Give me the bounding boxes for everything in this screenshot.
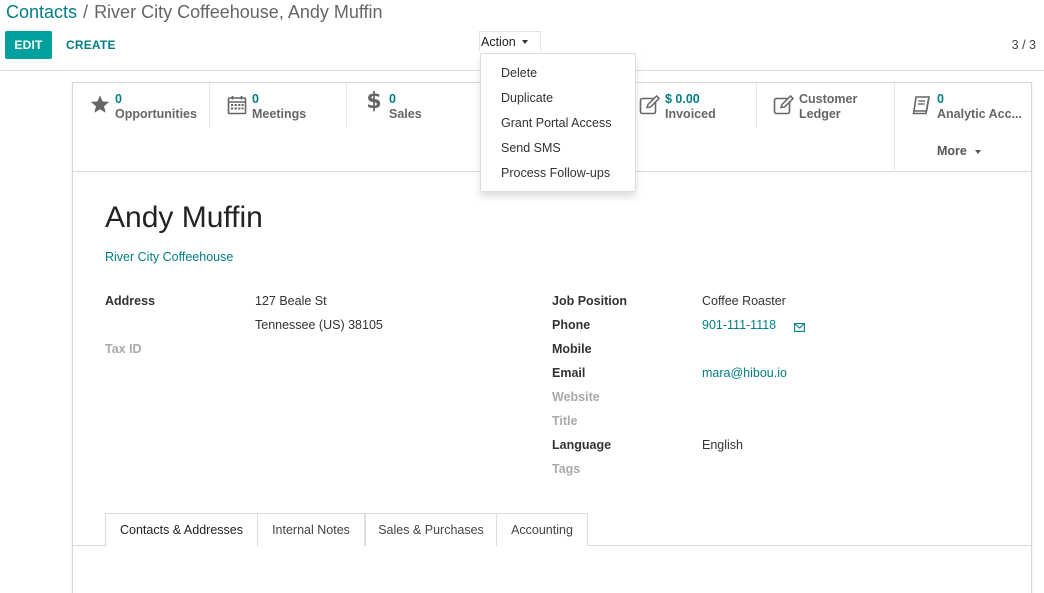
contact-name: Andy Muffin xyxy=(105,201,263,234)
analytic-accounts-stat-button[interactable]: 0 Analytic Acc... xyxy=(895,83,1031,128)
email-label: Email xyxy=(552,366,586,380)
star-icon xyxy=(85,92,115,114)
tab-internal-notes[interactable]: Internal Notes xyxy=(258,513,365,546)
tab-sales-purchases[interactable]: Sales & Purchases xyxy=(365,513,497,546)
stat-more-box: 0 Analytic Acc... More xyxy=(894,83,1031,172)
tab-accounting[interactable]: Accounting xyxy=(497,513,588,546)
meetings-stat-button[interactable]: 0 Meetings xyxy=(210,83,347,128)
stat-value: 0 xyxy=(115,92,122,106)
breadcrumb-current: River City Coffeehouse, Andy Muffin xyxy=(94,2,383,22)
stat-value: 0 xyxy=(937,92,944,106)
address-city-state: Tennessee (US) 38105 xyxy=(255,318,383,332)
book-icon xyxy=(907,92,937,115)
tax-id-label: Tax ID xyxy=(105,342,142,356)
caret-down-icon xyxy=(974,149,981,154)
phone-label: Phone xyxy=(552,318,591,332)
email-link[interactable]: mara@hibou.io xyxy=(702,366,787,380)
phone-link[interactable]: 901-111-1118 xyxy=(702,318,776,332)
edit-button[interactable]: EDIT xyxy=(5,31,52,59)
menu-item-delete[interactable]: Delete xyxy=(481,61,635,86)
language-label: Language xyxy=(552,438,612,452)
company-link[interactable]: River City Coffeehouse xyxy=(105,250,233,264)
breadcrumb: Contacts / River City Coffeehouse, Andy Mu… xyxy=(6,2,383,23)
menu-item-send-sms[interactable]: Send SMS xyxy=(481,136,635,161)
stat-value: 0 xyxy=(252,92,259,106)
stat-label: Sales xyxy=(389,107,422,121)
job-position-label: Job Position xyxy=(552,294,627,308)
language-value: English xyxy=(702,438,743,452)
envelope-icon[interactable] xyxy=(794,320,805,335)
stat-label: Opportunities xyxy=(115,107,197,121)
caret-down-icon xyxy=(521,39,528,44)
stat-label: Analytic Acc... xyxy=(937,107,1022,121)
pager-counter: 3 / 3 xyxy=(1011,38,1036,52)
address-label: Address xyxy=(105,294,156,308)
address-street: 127 Beale St xyxy=(255,294,327,308)
action-dropdown-toggle[interactable]: Action xyxy=(479,31,541,51)
action-dropdown-menu: Delete Duplicate Grant Portal Access Sen… xyxy=(480,53,636,192)
invoiced-stat-button[interactable]: $ 0.00 Invoiced xyxy=(633,83,757,128)
menu-item-duplicate[interactable]: Duplicate xyxy=(481,86,635,111)
mobile-label: Mobile xyxy=(552,342,592,356)
stat-label: Invoiced xyxy=(665,107,716,121)
sales-stat-button[interactable]: $ 0 Sales xyxy=(347,83,482,128)
notebook-tabs: Contacts & Addresses Internal Notes Sale… xyxy=(73,513,1031,547)
website-label: Website xyxy=(552,390,600,404)
menu-item-grant-portal-access[interactable]: Grant Portal Access xyxy=(481,111,635,136)
opportunities-stat-button[interactable]: 0 Opportunities xyxy=(73,83,210,128)
stat-value: $ 0.00 xyxy=(665,92,700,106)
edit-icon xyxy=(635,92,665,115)
more-button[interactable]: More xyxy=(937,144,981,158)
more-label: More xyxy=(937,144,967,158)
breadcrumb-separator: / xyxy=(83,2,89,22)
action-label: Action xyxy=(481,34,516,49)
title-label: Title xyxy=(552,414,578,428)
stat-label: Customer Ledger xyxy=(799,92,858,121)
edit-icon xyxy=(769,92,799,115)
stat-value: 0 xyxy=(389,92,396,106)
calendar-icon xyxy=(222,92,252,115)
dollar-icon: $ xyxy=(366,89,382,114)
tab-contacts-addresses[interactable]: Contacts & Addresses xyxy=(105,513,258,547)
menu-item-process-follow-ups[interactable]: Process Follow-ups xyxy=(481,161,635,186)
tags-label: Tags xyxy=(552,462,581,476)
job-position-value: Coffee Roaster xyxy=(702,294,786,308)
stat-label: Meetings xyxy=(252,107,307,121)
customer-ledger-button[interactable]: Customer Ledger xyxy=(757,83,894,128)
create-button[interactable]: CREATE xyxy=(66,38,116,52)
breadcrumb-contacts-link[interactable]: Contacts xyxy=(6,2,77,22)
